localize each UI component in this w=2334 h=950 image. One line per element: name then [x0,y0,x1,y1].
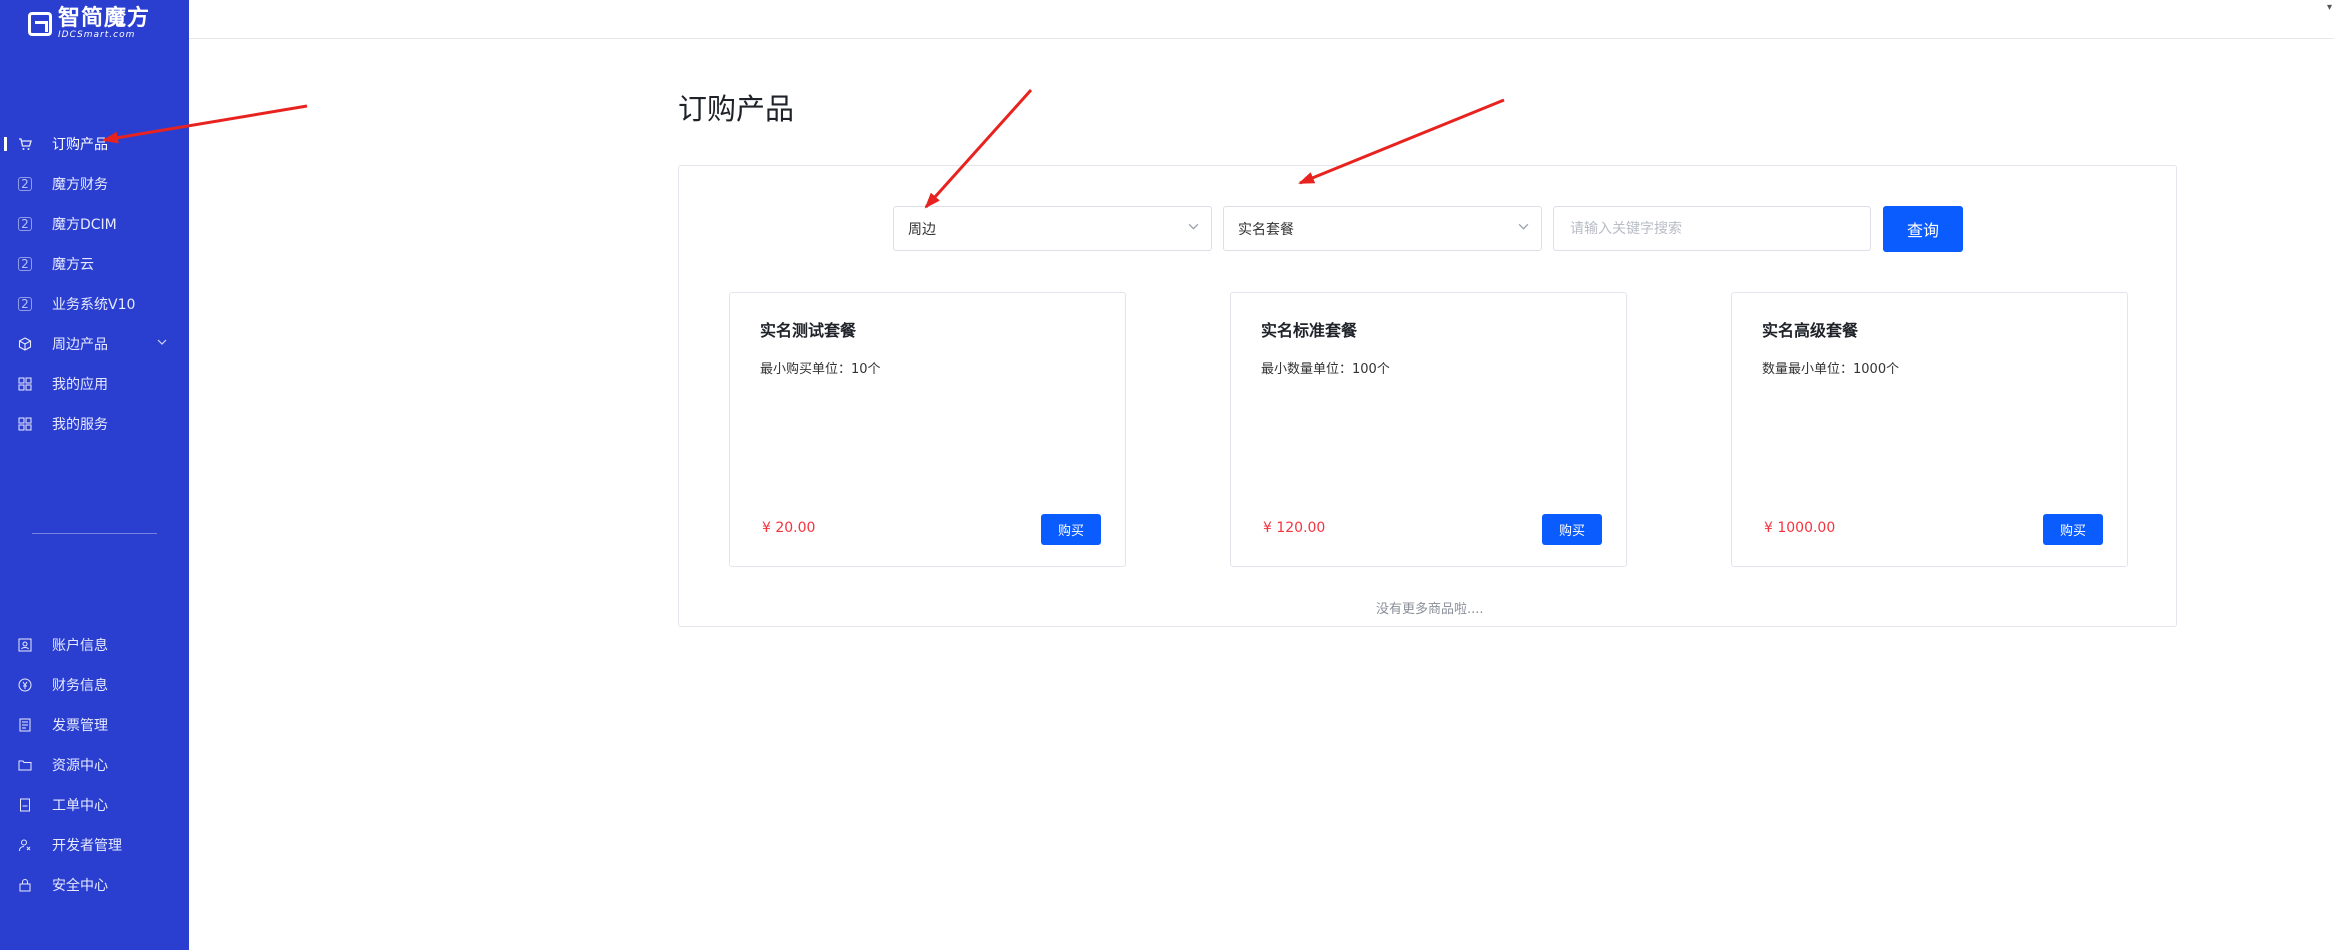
buy-button[interactable]: 购买 [1542,514,1602,545]
sidebar-item-my-services[interactable]: 我的服务 [0,404,189,444]
sidebar-item-my-apps[interactable]: 我的应用 [0,364,189,404]
sidebar-nav-bottom: 账户信息 财务信息 发票管理 资源中心 工单中心 开发者管理 安全中心 [0,625,189,905]
sidebar-item-label: 我的服务 [52,417,108,433]
mofang-icon: 2 [18,177,32,191]
product-price: ¥ 120.00 [1263,520,1326,536]
product-price: ¥ 1000.00 [1764,520,1836,536]
brand-name: 智简魔方 [58,6,151,31]
sidebar-item-label: 订购产品 [52,137,108,153]
sidebar-item-mofang-finance[interactable]: 2 魔方财务 [0,164,189,204]
grid-icon [18,417,32,431]
mofang-icon: 2 [18,297,32,311]
chevron-down-icon [157,336,167,350]
sidebar-item-label: 账户信息 [52,638,108,654]
product-description: 数量最小单位：1000个 [1762,362,1900,377]
sidebar-item-mofang-cloud[interactable]: 2 魔方云 [0,244,189,284]
cart-icon [18,137,32,151]
sidebar-item-label: 发票管理 [52,718,108,734]
sidebar-item-finance-info[interactable]: 财务信息 [0,665,189,705]
sidebar-item-label: 魔方财务 [52,177,108,193]
sidebar-item-peripheral-products[interactable]: 周边产品 [0,324,189,364]
product-name: 实名标准套餐 [1261,321,1358,340]
product-card: 实名高级套餐 数量最小单位：1000个 ¥ 1000.00 购买 [1731,292,2128,567]
sidebar-nav-top: 订购产品 2 魔方财务 2 魔方DCIM 2 魔方云 2 业务系统V10 周边产… [0,124,189,444]
product-price: ¥ 20.00 [762,520,816,536]
sidebar-item-label: 魔方DCIM [52,217,117,233]
mofang-icon: 2 [18,257,32,271]
chevron-down-icon [1518,221,1529,236]
invoice-icon [18,718,32,732]
product-name: 实名高级套餐 [1762,321,1859,340]
corner-mark-icon: ▾ [2326,2,2332,13]
product-name: 实名测试套餐 [760,321,857,340]
sidebar-item-label: 业务系统V10 [52,297,136,313]
lock-icon [18,878,32,892]
category-select-value: 周边 [908,221,936,238]
page-title: 订购产品 [678,92,795,126]
grid-icon [18,377,32,391]
brand-domain: IDCSmart.com [58,30,136,40]
buy-button[interactable]: 购买 [1041,514,1101,545]
chevron-down-icon [1188,221,1199,236]
sidebar-item-resource-center[interactable]: 资源中心 [0,745,189,785]
category-select[interactable]: 周边 [893,206,1212,251]
brand-logo[interactable]: 智简魔方 IDCSmart.com [28,8,150,40]
product-description: 最小数量单位：100个 [1261,362,1390,377]
no-more-products-text: 没有更多商品啦.... [1376,602,1484,617]
ticket-icon [18,798,32,812]
sidebar-item-label: 安全中心 [52,878,108,894]
account-icon [18,638,32,652]
sidebar-item-label: 魔方云 [52,257,94,273]
product-card: 实名标准套餐 最小数量单位：100个 ¥ 120.00 购买 [1230,292,1627,567]
mofang-icon: 2 [18,217,32,231]
sidebar-item-label: 资源中心 [52,758,108,774]
sidebar-item-mofang-dcim[interactable]: 2 魔方DCIM [0,204,189,244]
sidebar-item-invoice-management[interactable]: 发票管理 [0,705,189,745]
sidebar-divider [32,533,157,534]
sidebar-item-account-info[interactable]: 账户信息 [0,625,189,665]
sidebar-item-label: 我的应用 [52,377,108,393]
sidebar: 智简魔方 IDCSmart.com 订购产品 2 魔方财务 2 魔方DCIM 2… [0,0,189,950]
sidebar-item-label: 工单中心 [52,798,108,814]
package-select[interactable]: 实名套餐 [1223,206,1542,251]
sidebar-item-security-center[interactable]: 安全中心 [0,865,189,905]
sidebar-item-label: 周边产品 [52,337,108,353]
folder-icon [18,758,32,772]
sidebar-item-business-v10[interactable]: 2 业务系统V10 [0,284,189,324]
sidebar-item-developer-management[interactable]: 开发者管理 [0,825,189,865]
search-input[interactable] [1553,206,1871,251]
top-bar [189,0,2334,39]
sidebar-item-label: 开发者管理 [52,838,122,854]
finance-icon [18,678,32,692]
product-description: 最小购买单位：10个 [760,362,881,377]
developer-icon [18,838,32,852]
buy-button[interactable]: 购买 [2043,514,2103,545]
product-card: 实名测试套餐 最小购买单位：10个 ¥ 20.00 购买 [729,292,1126,567]
sidebar-item-label: 财务信息 [52,678,108,694]
logo-icon [28,12,52,36]
query-button[interactable]: 查询 [1883,206,1963,252]
sidebar-item-order-products[interactable]: 订购产品 [0,124,189,164]
sidebar-item-ticket-center[interactable]: 工单中心 [0,785,189,825]
cube-icon [18,337,32,351]
package-select-value: 实名套餐 [1238,221,1294,238]
